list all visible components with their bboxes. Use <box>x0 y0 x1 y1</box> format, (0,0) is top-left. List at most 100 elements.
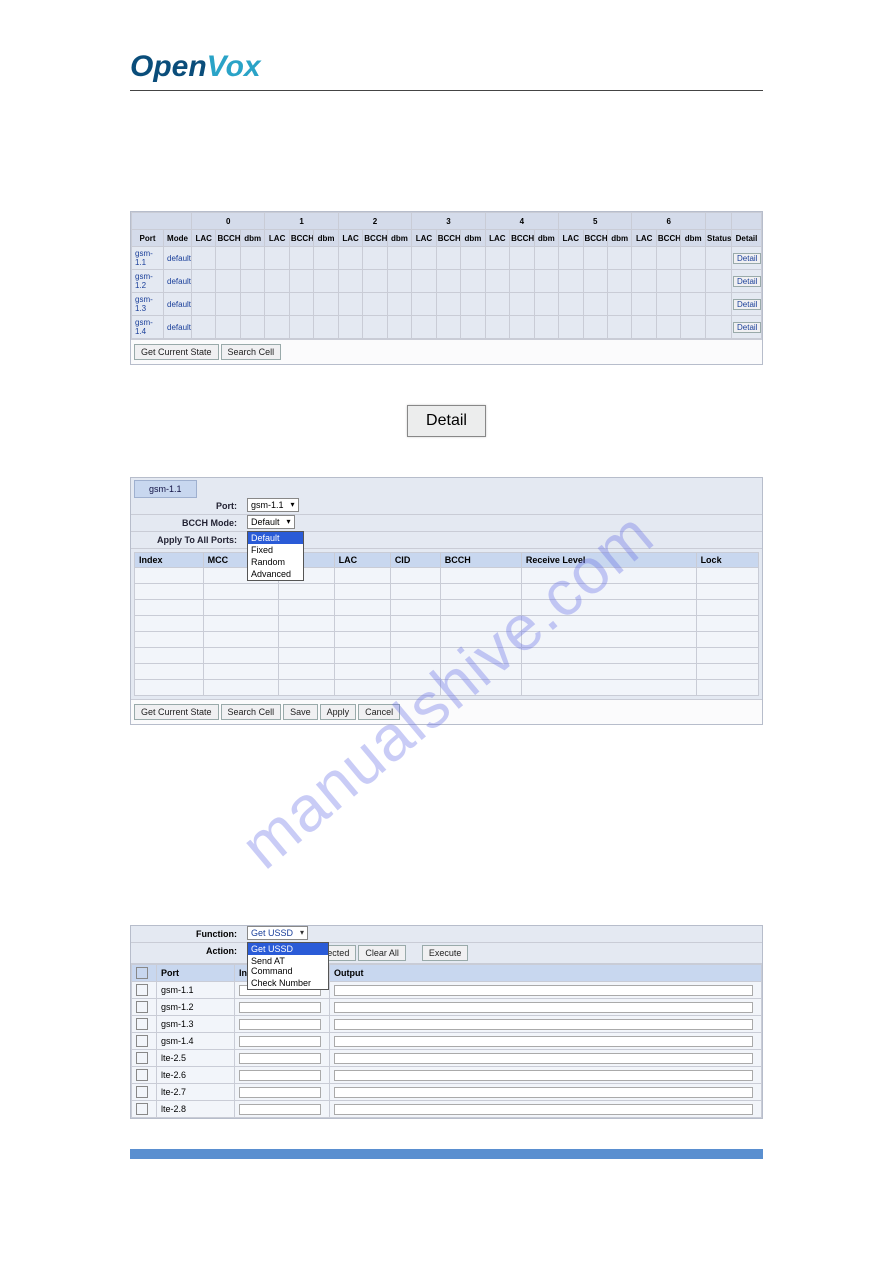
dropdown-option[interactable]: Default <box>248 532 303 544</box>
cancel-button[interactable]: Cancel <box>358 704 400 720</box>
input-field[interactable] <box>239 1104 321 1115</box>
data-cell <box>706 316 732 339</box>
column-header: BCCH <box>510 230 534 247</box>
input-field[interactable] <box>239 1053 321 1064</box>
detail-button[interactable]: Detail <box>733 299 761 310</box>
data-cell <box>363 316 387 339</box>
get-current-state-button[interactable]: Get Current State <box>134 704 219 720</box>
input-field[interactable] <box>239 1002 321 1013</box>
input-field[interactable] <box>239 1070 321 1081</box>
detail-button[interactable]: Detail <box>733 276 761 287</box>
dropdown-option[interactable]: Check Number <box>248 977 328 989</box>
port-select[interactable]: gsm-1.1 <box>247 500 299 511</box>
data-cell <box>314 247 338 270</box>
column-header: BCCH <box>216 230 240 247</box>
data-cell <box>278 600 334 616</box>
data-cell <box>203 680 278 696</box>
table-row <box>135 616 759 632</box>
data-cell <box>440 584 521 600</box>
port-tab[interactable]: gsm-1.1 <box>134 480 197 498</box>
data-cell <box>534 293 558 316</box>
output-field[interactable] <box>334 1087 753 1098</box>
dropdown-option[interactable]: Random <box>248 556 303 568</box>
function-select[interactable]: Get USSD Get USSDSend AT CommandCheck Nu… <box>247 928 308 939</box>
row-checkbox[interactable] <box>136 1103 148 1115</box>
data-cell <box>334 600 390 616</box>
save-button[interactable]: Save <box>283 704 318 720</box>
column-header: LAC <box>485 230 509 247</box>
input-field[interactable] <box>239 1019 321 1030</box>
table-row: lte-2.5 <box>132 1050 762 1067</box>
detail-button[interactable]: Detail <box>733 253 761 264</box>
data-cell <box>521 632 696 648</box>
output-cell <box>330 1033 762 1050</box>
row-checkbox[interactable] <box>136 1086 148 1098</box>
data-cell <box>289 316 313 339</box>
input-field[interactable] <box>239 1036 321 1047</box>
column-header: LAC <box>338 230 362 247</box>
output-field[interactable] <box>334 1070 753 1081</box>
row-checkbox[interactable] <box>136 984 148 996</box>
group-header-row: 0 1 2 3 4 5 6 <box>132 213 762 230</box>
detail-cell: Detail <box>732 247 762 270</box>
execute-button[interactable]: Execute <box>422 945 469 961</box>
output-field[interactable] <box>334 1053 753 1064</box>
function-label: Function: <box>131 926 243 942</box>
data-cell <box>387 247 411 270</box>
data-cell <box>265 316 289 339</box>
output-field[interactable] <box>334 985 753 996</box>
dropdown-option[interactable]: Fixed <box>248 544 303 556</box>
data-cell <box>387 293 411 316</box>
dropdown-option[interactable]: Get USSD <box>248 943 328 955</box>
detail-button[interactable]: Detail <box>733 322 761 333</box>
output-field[interactable] <box>334 1036 753 1047</box>
dropdown-option[interactable]: Send AT Command <box>248 955 328 977</box>
data-cell <box>135 632 204 648</box>
data-cell <box>696 680 758 696</box>
data-cell <box>485 316 509 339</box>
data-cell <box>696 584 758 600</box>
group-header: 0 <box>192 213 265 230</box>
data-cell <box>510 293 534 316</box>
clear-all-button[interactable]: Clear All <box>358 945 406 961</box>
data-cell <box>334 568 390 584</box>
select-all-checkbox[interactable] <box>136 967 148 979</box>
column-header: LAC <box>192 230 216 247</box>
table-row <box>135 568 759 584</box>
bcch-mode-select[interactable]: Default DefaultFixedRandomAdvanced <box>247 517 295 528</box>
data-cell <box>412 293 436 316</box>
bcch-data-table: IndexMCCMNCLACCIDBCCHReceive LevelLock <box>134 552 759 696</box>
function-dropdown-open: Get USSDSend AT CommandCheck Number <box>247 942 329 990</box>
data-cell <box>265 270 289 293</box>
table-row: lte-2.8 <box>132 1101 762 1118</box>
port-cell: lte-2.7 <box>157 1084 235 1101</box>
table-row: gsm-1.4defaultDetail <box>132 316 762 339</box>
data-cell <box>461 247 485 270</box>
apply-button[interactable]: Apply <box>320 704 357 720</box>
table-row <box>135 584 759 600</box>
search-cell-button[interactable]: Search Cell <box>221 704 282 720</box>
row-checkbox[interactable] <box>136 1001 148 1013</box>
data-cell <box>363 293 387 316</box>
data-cell <box>135 600 204 616</box>
column-header <box>132 965 157 982</box>
output-field[interactable] <box>334 1002 753 1013</box>
get-current-state-button[interactable]: Get Current State <box>134 344 219 360</box>
search-cell-button[interactable]: Search Cell <box>221 344 282 360</box>
row-checkbox[interactable] <box>136 1018 148 1030</box>
input-field[interactable] <box>239 1087 321 1098</box>
row-checkbox[interactable] <box>136 1069 148 1081</box>
row-checkbox[interactable] <box>136 1052 148 1064</box>
column-header: BCCH <box>363 230 387 247</box>
column-header: dbm <box>387 230 411 247</box>
data-cell <box>436 293 460 316</box>
column-header: Output <box>330 965 762 982</box>
output-field[interactable] <box>334 1019 753 1030</box>
output-field[interactable] <box>334 1104 753 1115</box>
data-cell <box>216 247 240 270</box>
data-cell <box>440 664 521 680</box>
detail-button[interactable]: Detail <box>407 405 486 437</box>
dropdown-option[interactable]: Advanced <box>248 568 303 580</box>
row-checkbox[interactable] <box>136 1035 148 1047</box>
data-cell <box>334 632 390 648</box>
